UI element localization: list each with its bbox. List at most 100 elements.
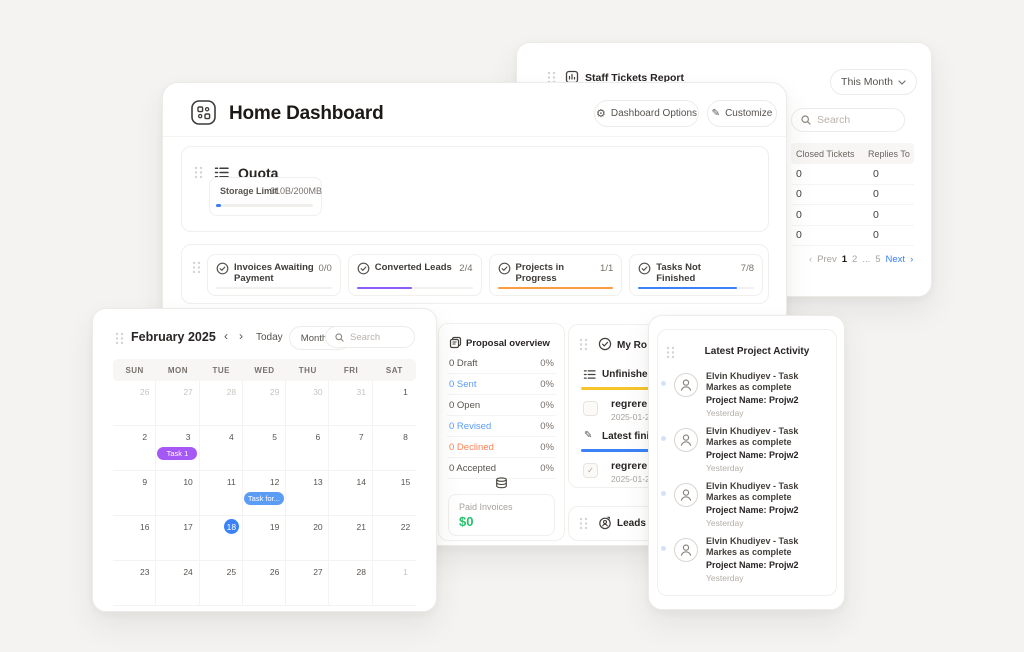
day-number: 12 (267, 474, 282, 489)
day-header: TUE (200, 366, 243, 375)
calendar-next-icon[interactable]: › (239, 329, 243, 343)
stat-card[interactable]: Tasks Not Finished 7/8 (629, 254, 763, 296)
calendar-day-cell[interactable]: 28 (200, 381, 243, 426)
next-arrow-icon[interactable]: › (910, 254, 913, 265)
page-number[interactable]: 5 (875, 254, 880, 265)
day-number: 22 (398, 519, 413, 534)
calendar-day-cell[interactable]: 8 (373, 426, 416, 471)
calendar-day-cell[interactable]: 28 (329, 561, 372, 606)
drag-handle-icon[interactable] (579, 338, 588, 351)
calendar-day-cell[interactable]: 21 (329, 516, 372, 561)
period-selector[interactable]: This Month (830, 69, 917, 95)
customize-button[interactable]: ✎ Customize (707, 100, 777, 127)
calendar-day-cell[interactable]: 17 (156, 516, 199, 561)
proposal-row[interactable]: 0 Draft 0% (447, 353, 556, 374)
calendar-day-cell[interactable]: 9 (113, 471, 156, 516)
col-header-replies: Replies To (868, 149, 910, 159)
proposal-row[interactable]: 0 Declined 0% (447, 437, 556, 458)
page-number[interactable]: 1 (842, 254, 847, 265)
calendar-day-cell[interactable]: 2 (113, 426, 156, 471)
drag-handle-icon[interactable] (192, 261, 201, 274)
today-button[interactable]: Today (256, 332, 283, 343)
calendar-day-cell[interactable]: 15 (373, 471, 416, 516)
tickets-search-input[interactable]: Search (791, 108, 905, 132)
stat-card[interactable]: Projects in Progress 1/1 (489, 254, 623, 296)
table-row[interactable]: 0 0 (791, 164, 914, 185)
calendar-day-cell[interactable]: 19 (243, 516, 286, 561)
prev-arrow-icon[interactable]: ‹ (809, 254, 812, 265)
calendar-day-cell[interactable]: 4 (200, 426, 243, 471)
calendar-day-cell[interactable]: 27 (156, 381, 199, 426)
drag-handle-icon[interactable] (666, 346, 675, 359)
next-button[interactable]: Next (886, 254, 906, 265)
calendar-day-cell[interactable]: 20 (286, 516, 329, 561)
calendar-day-cell[interactable]: 16 (113, 516, 156, 561)
calendar-day-cell[interactable]: 26 (113, 381, 156, 426)
activity-item[interactable]: Elvin Khudiyev - Task Markes as complete… (658, 426, 836, 481)
calendar-day-cell[interactable]: 27 (286, 561, 329, 606)
calendar-day-cell[interactable]: 22 (373, 516, 416, 561)
activity-item[interactable]: Elvin Khudiyev - Task Markes as complete… (658, 481, 836, 536)
proposal-row[interactable]: 0 Accepted 0% (447, 458, 556, 479)
proposal-status-pct: 0% (540, 358, 554, 369)
calendar-day-cell[interactable]: 5 (243, 426, 286, 471)
task-title[interactable]: regrere (611, 460, 647, 472)
calendar-event-chip[interactable]: Task for... (244, 492, 284, 505)
calendar-day-cell[interactable]: 10 (156, 471, 199, 516)
calendar-event-chip[interactable]: Task 1 (157, 447, 197, 460)
timeline-dot (661, 381, 666, 386)
calendar-day-cell[interactable]: 26 (243, 561, 286, 606)
day-number: 3 (181, 429, 196, 444)
calendar-day-cell[interactable]: 25 (200, 561, 243, 606)
pagination: ‹ Prev 1 2 ... 5 Next › (809, 254, 913, 265)
calendar-day-cell[interactable]: 18 (200, 516, 243, 561)
calendar-prev-icon[interactable]: ‹ (224, 329, 228, 343)
page-number[interactable]: 2 (852, 254, 857, 265)
proposal-row[interactable]: 0 Sent 0% (447, 374, 556, 395)
calendar-day-cell[interactable]: 31 (329, 381, 372, 426)
page-number[interactable]: ... (862, 254, 870, 265)
table-row[interactable]: 0 0 (791, 226, 914, 247)
proposal-row[interactable]: 0 Open 0% (447, 395, 556, 416)
cell-closed: 0 (791, 209, 873, 221)
drag-handle-icon[interactable] (579, 517, 588, 530)
day-number: 30 (310, 384, 325, 399)
drag-handle-icon[interactable] (115, 332, 124, 345)
proposal-row[interactable]: 0 Revised 0% (447, 416, 556, 437)
calendar-day-cell[interactable]: 23 (113, 561, 156, 606)
table-row[interactable]: 0 0 (791, 205, 914, 226)
calendar-day-cell[interactable]: 1 (373, 561, 416, 606)
dashboard-options-button[interactable]: ⚙ Dashboard Options (594, 100, 699, 127)
activity-item[interactable]: Elvin Khudiyev - Task Markes as complete… (658, 536, 836, 591)
proposal-status-label: 0 Declined (449, 442, 494, 453)
stat-card[interactable]: Converted Leads 2/4 (348, 254, 482, 296)
list-lines-icon (583, 369, 596, 380)
stat-icon (638, 262, 651, 275)
stat-card[interactable]: Invoices Awaiting Payment 0/0 (207, 254, 341, 296)
drag-handle-icon[interactable] (194, 166, 203, 179)
day-number: 24 (181, 564, 196, 579)
calendar-day-cell[interactable]: 12 Task for... (243, 471, 286, 516)
task-title[interactable]: regrere (611, 398, 647, 410)
stat-value: 0/0 (319, 263, 332, 274)
calendar-day-cell[interactable]: 7 (329, 426, 372, 471)
stat-progress-fill (638, 287, 736, 290)
task-checkbox[interactable] (583, 401, 598, 416)
calendar-day-cell[interactable]: 13 (286, 471, 329, 516)
activity-item[interactable]: Elvin Khudiyev - Task Markes as complete… (658, 371, 836, 426)
activity-item-time: Yesterday (706, 408, 744, 418)
calendar-day-cell[interactable]: 29 (243, 381, 286, 426)
calendar-day-cell[interactable]: 14 (329, 471, 372, 516)
unfinished-section-label[interactable]: Unfinished (602, 369, 654, 380)
calendar-day-cell[interactable]: 6 (286, 426, 329, 471)
calendar-day-cell[interactable]: 11 (200, 471, 243, 516)
prev-button[interactable]: Prev (817, 254, 837, 265)
calendar-day-cell[interactable]: 30 (286, 381, 329, 426)
calendar-day-cell[interactable]: 1 (373, 381, 416, 426)
calendar-day-cell[interactable]: 24 (156, 561, 199, 606)
table-row[interactable]: 0 0 (791, 185, 914, 206)
period-selector-label: This Month (841, 76, 893, 88)
task-checkbox-checked[interactable]: ✓ (583, 463, 598, 478)
calendar-day-cell[interactable]: 3 Task 1 (156, 426, 199, 471)
calendar-search-input[interactable]: Search (325, 326, 415, 348)
